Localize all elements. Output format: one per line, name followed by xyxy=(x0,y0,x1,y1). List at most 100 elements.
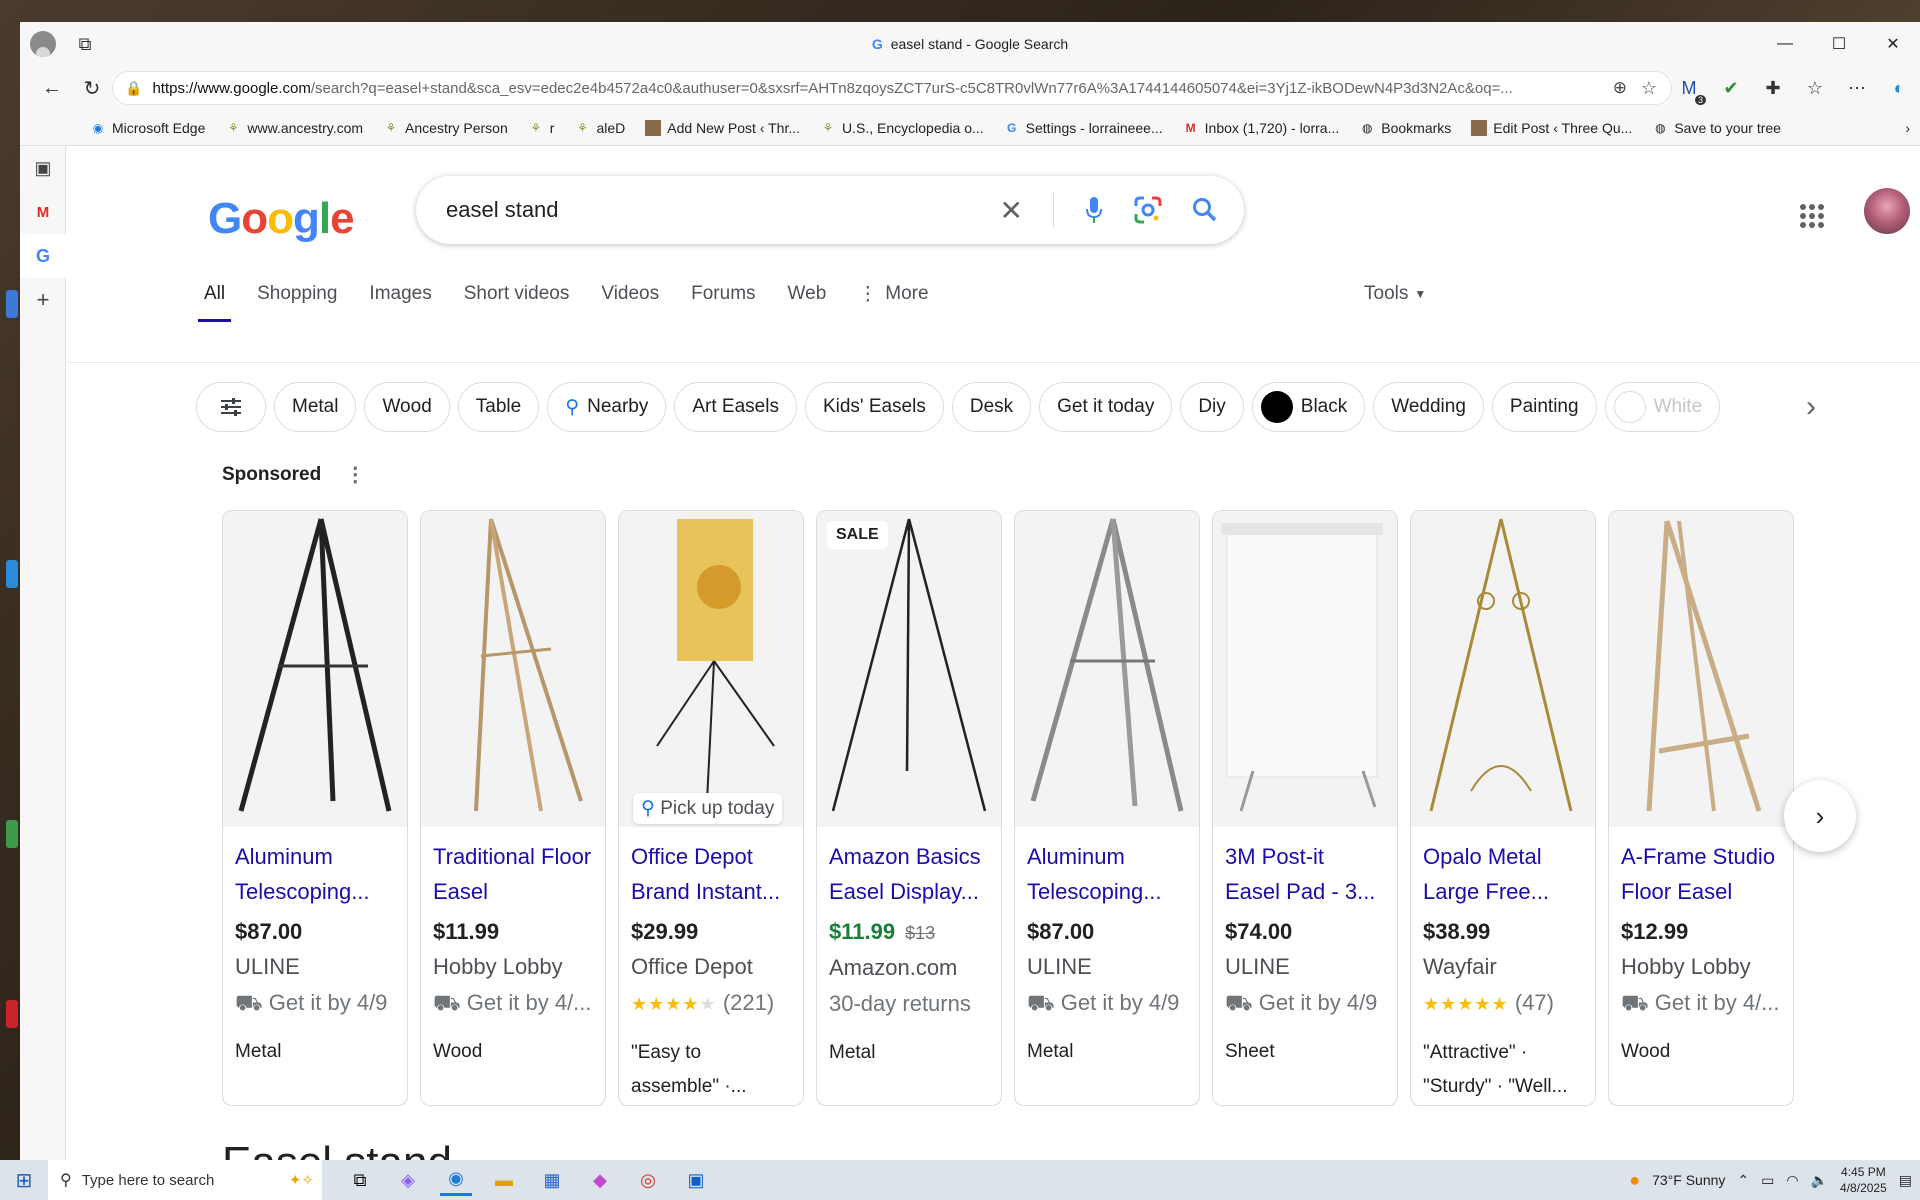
chip-metal[interactable]: Metal xyxy=(274,382,357,432)
product-card[interactable]: Aluminum Telescoping... $87.00 ULINE ⛟ G… xyxy=(1014,510,1200,1106)
product-image[interactable] xyxy=(1609,511,1793,827)
network-icon[interactable]: ▭ xyxy=(1761,1172,1774,1189)
close-window-button[interactable]: ✕ xyxy=(1866,22,1920,66)
desktop-shortcut-icon[interactable] xyxy=(6,560,18,588)
about-ads-menu-icon[interactable]: ⋮ xyxy=(345,462,365,487)
add-tab-plus-icon[interactable]: + xyxy=(20,278,66,322)
bookmark-item[interactable]: G Settings - lorraineee... xyxy=(1004,120,1163,136)
bookmark-item[interactable]: M Inbox (1,720) - lorra... xyxy=(1183,120,1340,136)
product-card[interactable]: Opalo Metal Large Free... $38.99 Wayfair… xyxy=(1410,510,1596,1106)
google-logo[interactable]: Google xyxy=(208,194,355,244)
chrome-icon[interactable]: ◎ xyxy=(632,1164,664,1196)
chip-nearby[interactable]: ⚲ Nearby xyxy=(547,382,667,432)
product-card[interactable]: Traditional Floor Easel $11.99 Hobby Lob… xyxy=(420,510,606,1106)
taskbar-search-input[interactable]: ⚲ Type here to search ✦✧ xyxy=(48,1160,322,1200)
product-image[interactable]: SALE xyxy=(817,511,1001,827)
google-tab-icon[interactable]: G xyxy=(20,234,66,278)
bookmark-item[interactable]: ⚘ www.ancestry.com xyxy=(225,120,363,136)
tab-actions-icon[interactable]: ▣ xyxy=(20,146,66,190)
bookmark-item[interactable]: ◉ Microsoft Edge xyxy=(90,120,206,136)
tab-images[interactable]: Images xyxy=(353,266,447,322)
tab-more[interactable]: ⋮ More xyxy=(842,266,944,322)
filter-settings-chip[interactable] xyxy=(196,382,266,432)
chip-painting[interactable]: Painting xyxy=(1491,382,1597,432)
product-card[interactable]: ⚲ Pick up today Office Depot Brand Insta… xyxy=(618,510,804,1106)
search-icon[interactable] xyxy=(1192,197,1218,223)
google-lens-icon[interactable] xyxy=(1134,196,1162,224)
account-avatar[interactable] xyxy=(1864,188,1910,234)
favorites-icon[interactable]: ☆ xyxy=(1804,77,1826,99)
bookmark-item[interactable]: ⚘ r xyxy=(528,120,554,136)
tab-web[interactable]: Web xyxy=(772,266,843,322)
address-bar[interactable]: 🔒 https://www.google.com/search?q=easel+… xyxy=(112,71,1672,105)
wifi-icon[interactable]: ◠ xyxy=(1786,1172,1798,1189)
chip-diy[interactable]: Diy xyxy=(1180,382,1244,432)
tab-all[interactable]: All xyxy=(188,266,241,322)
more-menu-icon[interactable]: ⋯ xyxy=(1846,77,1868,99)
show-hidden-icons-chevron-icon[interactable]: ⌃ xyxy=(1737,1172,1749,1189)
voice-search-mic-icon[interactable] xyxy=(1084,195,1104,225)
bookmark-item[interactable]: ⚘ Ancestry Person xyxy=(383,120,508,136)
tab-forums[interactable]: Forums xyxy=(675,266,771,322)
tools-button[interactable]: Tools ▼ xyxy=(1364,266,1426,322)
product-title[interactable]: Aluminum Telescoping... xyxy=(235,839,395,909)
bookmark-item[interactable]: Add New Post ‹ Thr... xyxy=(645,119,800,136)
chip-desk[interactable]: Desk xyxy=(951,382,1032,432)
edge-taskbar-icon[interactable]: ◉ xyxy=(440,1164,472,1196)
product-image[interactable] xyxy=(1015,511,1199,827)
product-image[interactable]: ⚲ Pick up today xyxy=(619,511,803,827)
extensions-puzzle-icon[interactable]: ✚ xyxy=(1762,77,1784,99)
chip-kids-easels[interactable]: Kids' Easels xyxy=(804,382,944,432)
product-title[interactable]: Amazon Basics Easel Display... xyxy=(829,839,989,909)
product-title[interactable]: Traditional Floor Easel xyxy=(433,839,593,909)
desktop-shortcut-icon[interactable] xyxy=(6,1000,18,1028)
product-card[interactable]: SALE Amazon Basics Easel Display... $11.… xyxy=(816,510,1002,1106)
microsoft-365-icon[interactable]: ◆ xyxy=(584,1164,616,1196)
bookmark-item[interactable]: Edit Post ‹ Three Qu... xyxy=(1471,119,1632,136)
product-card[interactable]: 3M Post-it Easel Pad - 3... $74.00 ULINE… xyxy=(1212,510,1398,1106)
task-view-icon[interactable]: ⧉ xyxy=(344,1164,376,1196)
tab-videos[interactable]: Videos xyxy=(585,266,675,322)
copilot-icon[interactable]: ◈ xyxy=(392,1164,424,1196)
product-card[interactable]: A-Frame Studio Floor Easel $12.99 Hobby … xyxy=(1608,510,1794,1106)
extension-m-icon[interactable]: M3 xyxy=(1678,77,1706,105)
product-image[interactable] xyxy=(1213,511,1397,827)
volume-icon[interactable]: 🔈 xyxy=(1811,1172,1828,1189)
clock[interactable]: 4:45 PM 4/8/2025 xyxy=(1840,1164,1887,1196)
chips-next-chevron-icon[interactable]: › xyxy=(1796,390,1826,423)
tab-shopping[interactable]: Shopping xyxy=(241,266,353,322)
site-info-lock-icon[interactable]: 🔒 xyxy=(125,80,142,97)
product-title[interactable]: Office Depot Brand Instant... xyxy=(631,839,791,909)
product-title[interactable]: A-Frame Studio Floor Easel xyxy=(1621,839,1781,909)
zoom-icon[interactable]: ⊕ xyxy=(1613,78,1627,98)
copilot-icon[interactable]: ◐ xyxy=(1888,77,1910,99)
outlook-icon[interactable]: ▣ xyxy=(680,1164,712,1196)
product-title[interactable]: Aluminum Telescoping... xyxy=(1027,839,1187,909)
bookmark-item[interactable]: ⚘ aleD xyxy=(574,120,625,136)
microsoft-store-icon[interactable]: ▦ xyxy=(536,1164,568,1196)
notifications-icon[interactable]: ▤ xyxy=(1899,1172,1912,1189)
gmail-icon[interactable]: M xyxy=(20,190,66,234)
chip-get-it-today[interactable]: Get it today xyxy=(1039,382,1173,432)
minimize-button[interactable]: — xyxy=(1758,22,1812,66)
google-apps-grid-icon[interactable] xyxy=(1800,204,1824,228)
file-explorer-icon[interactable]: ▬ xyxy=(488,1164,520,1196)
maximize-button[interactable]: ☐ xyxy=(1812,22,1866,66)
desktop-shortcut-icon[interactable] xyxy=(6,820,18,848)
product-title[interactable]: 3M Post-it Easel Pad - 3... xyxy=(1225,839,1385,909)
clear-search-icon[interactable]: ✕ xyxy=(1000,194,1023,227)
favorite-star-icon[interactable]: ☆ xyxy=(1641,78,1657,99)
product-title[interactable]: Opalo Metal Large Free... xyxy=(1423,839,1583,909)
product-image[interactable] xyxy=(1411,511,1595,827)
chip-black[interactable]: Black xyxy=(1251,382,1366,432)
product-image[interactable] xyxy=(421,511,605,827)
tab-short-videos[interactable]: Short videos xyxy=(448,266,586,322)
product-card[interactable]: Aluminum Telescoping... $87.00 ULINE ⛟ G… xyxy=(222,510,408,1106)
extension-check-icon[interactable]: ✔ xyxy=(1720,77,1742,99)
bookmarks-overflow-chevron-icon[interactable]: › xyxy=(1905,120,1910,136)
back-button[interactable]: ← xyxy=(32,70,72,106)
carousel-next-chevron-icon[interactable]: › xyxy=(1784,780,1856,852)
refresh-button[interactable]: ↻ xyxy=(72,70,112,106)
bookmark-item[interactable]: ◍ Save to your tree xyxy=(1652,120,1781,136)
bookmark-item[interactable]: ◍ Bookmarks xyxy=(1359,120,1451,136)
